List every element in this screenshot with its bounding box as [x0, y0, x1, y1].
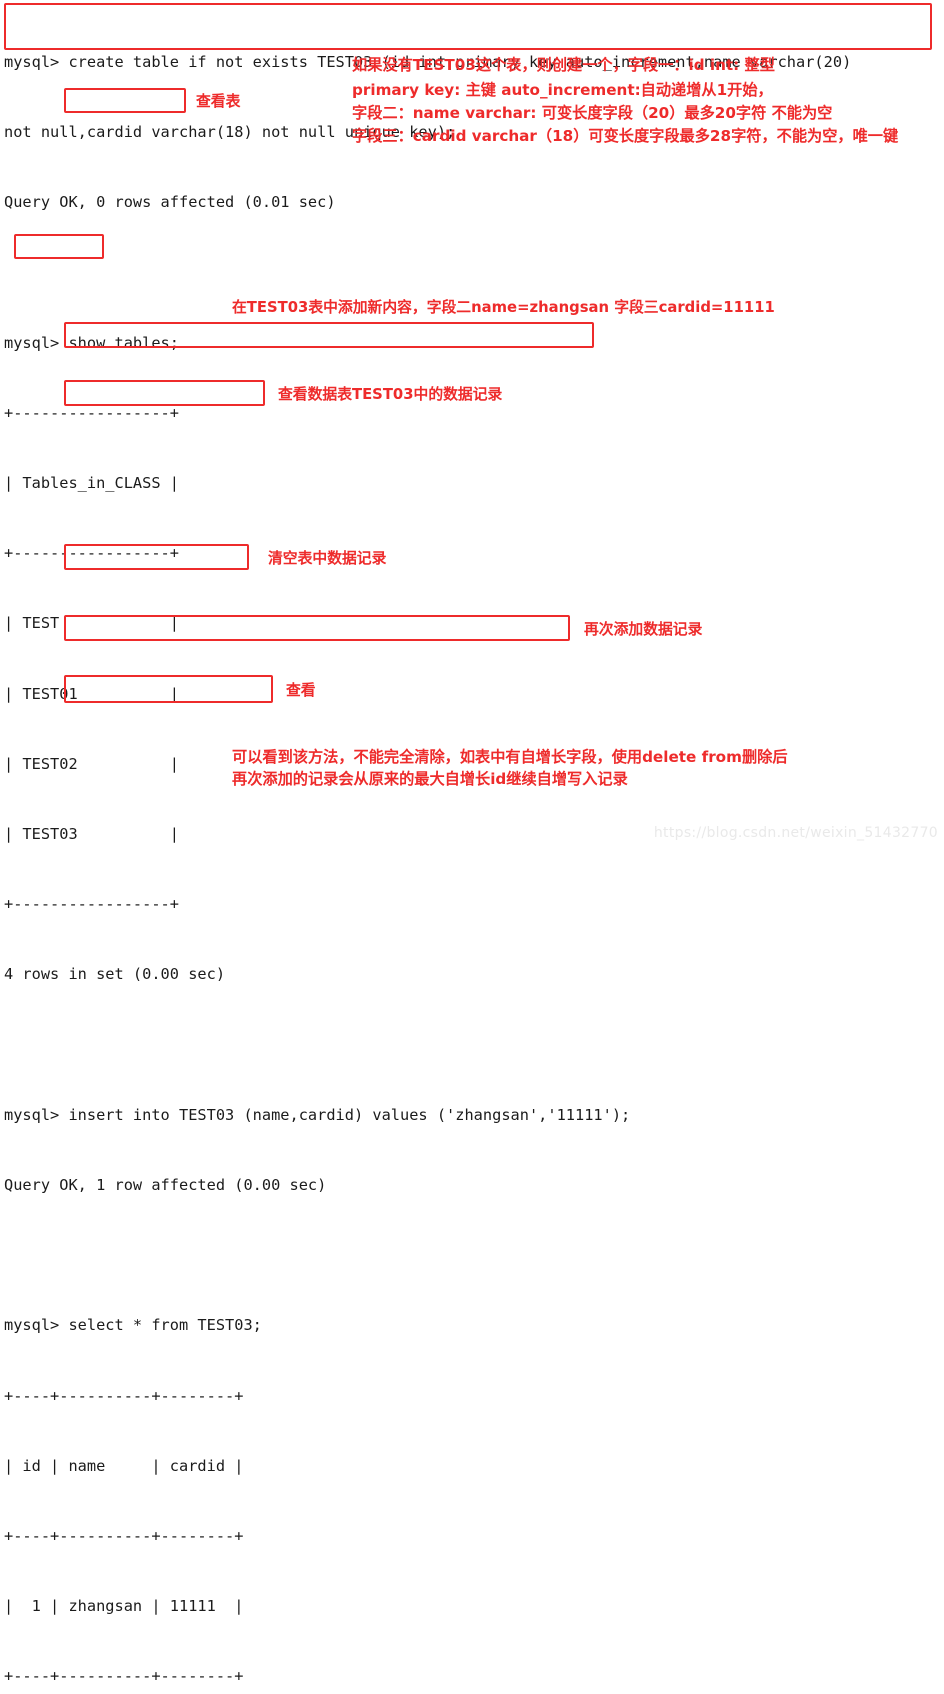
terminal-line: | TEST02 | — [4, 754, 179, 773]
terminal-line: +-----------------+ — [4, 895, 179, 914]
terminal-line: +-----------------+ — [4, 544, 179, 563]
terminal-line: 4 rows in set (0.00 sec) — [4, 965, 226, 984]
terminal-line: +----+----------+--------+ — [4, 1386, 244, 1405]
terminal-line: | Tables_in_CLASS | — [4, 474, 179, 493]
terminal-line: +----+----------+--------+ — [4, 1527, 244, 1546]
watermark: https://blog.csdn.net/weixin_51432770 — [653, 825, 938, 841]
terminal-line: +-----------------+ — [4, 403, 179, 422]
terminal-line: mysql> insert into TEST03 (name,cardid) … — [4, 1105, 631, 1124]
terminal-line: mysql> show tables; — [4, 333, 179, 352]
terminal-line: mysql> create table if not exists TEST03… — [4, 52, 852, 71]
terminal-line: not null,cardid varchar(18) not null uni… — [4, 123, 456, 142]
terminal-line: | id | name | cardid | — [4, 1456, 244, 1475]
terminal-line: | 1 | zhangsan | 11111 | — [4, 1597, 244, 1616]
terminal-line: +----+----------+--------+ — [4, 1667, 244, 1686]
terminal-line: | TEST | — [4, 614, 179, 633]
terminal-output: mysql> create table if not exists TEST03… — [0, 0, 944, 1686]
terminal-line: | TEST01 | — [4, 684, 179, 703]
terminal-line: Query OK, 1 row affected (0.00 sec) — [4, 1176, 327, 1195]
terminal-line: mysql> select * from TEST03; — [4, 1316, 262, 1335]
terminal-line: Query OK, 0 rows affected (0.01 sec) — [4, 193, 336, 212]
